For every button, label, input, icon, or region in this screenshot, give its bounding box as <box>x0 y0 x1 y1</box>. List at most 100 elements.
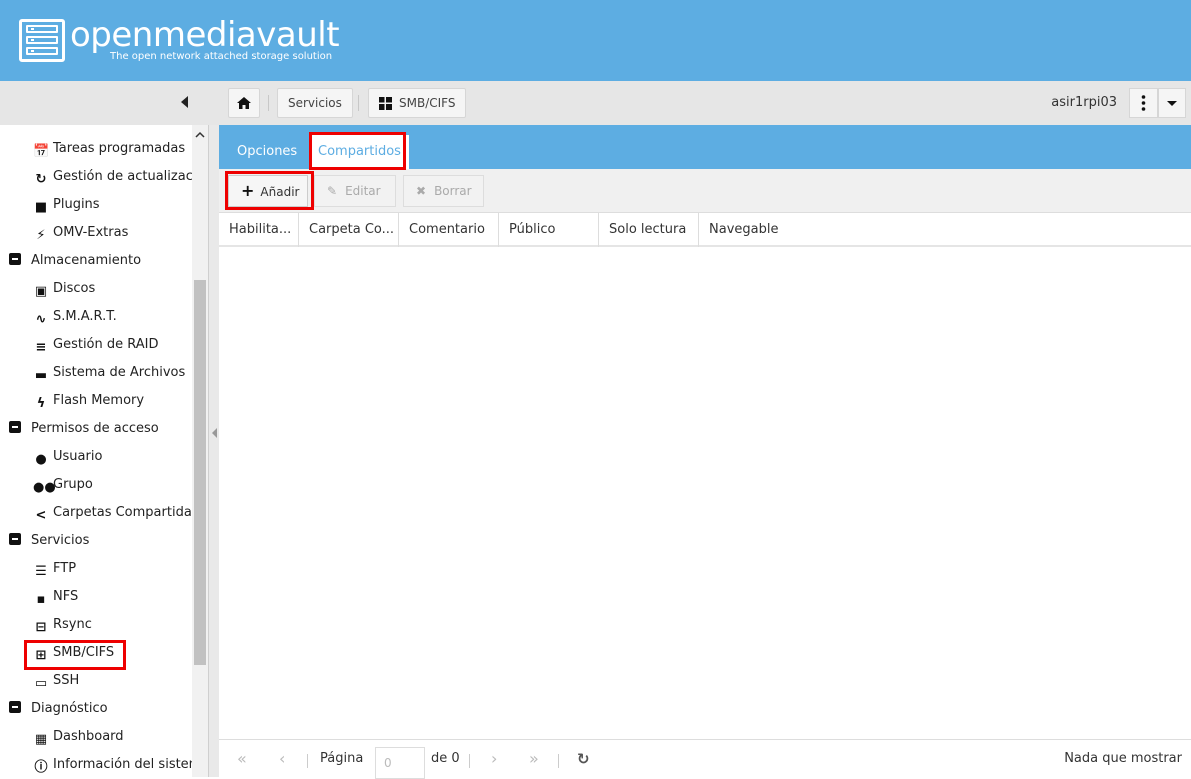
sidebar-item-label: Rsync <box>53 617 92 632</box>
disk-icon: ▣ <box>34 284 48 299</box>
breadcrumb-smb-label: SMB/CIFS <box>399 96 456 110</box>
plus-icon: + <box>241 181 255 200</box>
sidebar-item-permisos-de-acceso[interactable]: Permisos de acceso <box>9 418 159 440</box>
home-icon <box>237 97 251 109</box>
sidebar-item-diagn-stico[interactable]: Diagnóstico <box>9 698 108 720</box>
sidebar-item-usuario[interactable]: ● Usuario <box>33 446 102 468</box>
sidebar-item-label: Carpetas Compartidas <box>53 505 199 520</box>
breadcrumb-bar: Servicios SMB/CIFS asir1rpi03 <box>0 81 1191 125</box>
sidebar-item-tareas-programadas[interactable]: 📅 Tareas programadas <box>33 138 185 160</box>
windows-icon: ⊞ <box>35 648 47 663</box>
column-publico[interactable]: Público <box>499 213 599 247</box>
sidebar-item-sistema-de-archivos[interactable]: ▬ Sistema de Archivos <box>33 362 185 384</box>
puzzle-icon: ■ <box>34 200 48 215</box>
delete-button[interactable]: ✖ Borrar <box>403 175 484 207</box>
refresh-icon[interactable]: ↻ <box>577 740 590 778</box>
breadcrumb-smb[interactable]: SMB/CIFS <box>368 88 467 118</box>
sidebar-item-label: Dashboard <box>53 729 124 744</box>
windows-icon <box>379 97 392 110</box>
sidebar-item-grupo[interactable]: ●●Grupo <box>33 474 93 496</box>
sidebar-item-plugins[interactable]: ■ Plugins <box>33 194 100 216</box>
prev-page-icon[interactable]: ‹ <box>279 740 285 778</box>
folders-icon: ▬ <box>34 368 48 383</box>
panel-splitter[interactable] <box>209 125 219 777</box>
sidebar-item-label: Servicios <box>31 533 90 548</box>
page-label: Página <box>320 751 364 766</box>
home-button[interactable] <box>228 88 260 118</box>
edit-button[interactable]: ✎ Editar <box>314 175 396 207</box>
last-page-icon[interactable]: » <box>529 740 539 778</box>
sidebar-item-almacenamiento[interactable]: Almacenamiento <box>9 250 141 272</box>
column-habilitado[interactable]: Habilita... <box>219 213 299 247</box>
tab-compartidos[interactable]: Compartidos <box>310 135 409 169</box>
action-toolbar: + Añadir ✎ Editar ✖ Borrar <box>219 169 1191 213</box>
hostname: asir1rpi03 <box>1051 95 1117 110</box>
network-icon: ⊟ <box>35 620 47 635</box>
sidebar-item-carpetas-compartidas[interactable]: < Carpetas Compartidas <box>33 502 199 524</box>
column-navegable[interactable]: Navegable <box>699 213 1191 247</box>
sidebar-item-ftp[interactable]: ☰ FTP <box>33 558 76 580</box>
sidebar-item-s-m-a-r-t[interactable]: ∿ S.M.A.R.T. <box>33 306 117 328</box>
info-icon: ⓘ <box>34 760 48 775</box>
sidebar-item-gesti-n-de-raid[interactable]: ≡ Gestión de RAID <box>33 334 159 356</box>
sidebar-item-label: Gestión de RAID <box>53 337 159 352</box>
scroll-up-icon[interactable] <box>192 127 208 143</box>
more-menu-button[interactable] <box>1129 88 1158 118</box>
sidebar-nav: 📅 Tareas programadas ↻ Gestión de actualiza… <box>0 125 209 777</box>
add-button-label: Añadir <box>260 185 300 199</box>
delete-button-label: Borrar <box>434 184 472 198</box>
nfs-icon: ▪ <box>36 592 46 607</box>
breadcrumb-servicios[interactable]: Servicios <box>277 88 353 118</box>
column-solo-lectura[interactable]: Solo lectura <box>599 213 699 247</box>
user-dropdown-button[interactable] <box>1158 88 1186 118</box>
sidebar-item-label: Tareas programadas <box>53 141 186 156</box>
collapse-icon <box>9 253 21 265</box>
flash-icon: ϟ <box>36 396 46 411</box>
splitter-arrow-icon[interactable] <box>212 428 217 438</box>
collapse-sidebar-icon[interactable] <box>181 96 188 108</box>
first-page-icon[interactable]: « <box>237 740 247 778</box>
sidebar-item-nfs[interactable]: ▪ NFS <box>33 586 79 608</box>
page-input[interactable]: 0 <box>375 747 425 779</box>
sidebar-item-label: Flash Memory <box>53 393 145 408</box>
column-comentario[interactable]: Comentario <box>399 213 499 247</box>
pager-status: Nada que mostrar <box>1064 751 1182 766</box>
close-icon: ✖ <box>416 184 427 198</box>
tab-opciones[interactable]: Opciones <box>229 135 305 169</box>
group-icon: ●● <box>33 480 56 495</box>
sidebar-item-omv-extras[interactable]: ⚡ OMV-Extras <box>33 222 128 244</box>
sidebar-item-label: Gestión de actualizacio <box>53 169 205 184</box>
sidebar-item-discos[interactable]: ▣ Discos <box>33 278 95 300</box>
grid-header: Habilita... Carpeta Co... Comentario Púb… <box>219 213 1191 247</box>
sidebar-item-rsync[interactable]: ⊟ Rsync <box>33 614 92 636</box>
sidebar-item-ssh[interactable]: ▭ SSH <box>33 670 79 692</box>
collapse-icon <box>9 533 21 545</box>
database-icon: ≡ <box>35 340 47 355</box>
refresh-icon: ↻ <box>35 172 47 187</box>
plug-icon: ⚡ <box>36 228 46 243</box>
share-icon: < <box>35 508 47 523</box>
sidebar-item-gesti-n-de-actualizacio[interactable]: ↻ Gestión de actualizacio <box>33 166 205 188</box>
sidebar-item-label: Grupo <box>53 477 93 492</box>
pulse-icon: ∿ <box>35 312 47 327</box>
sidebar-item-informaci-n-del-sistem[interactable]: ⓘ Información del sistem <box>33 754 201 776</box>
sidebar-item-label: SSH <box>53 673 80 688</box>
server-icon: ☰ <box>35 564 47 579</box>
sidebar-item-smb-cifs[interactable]: ⊞ SMB/CIFS <box>33 642 115 664</box>
sidebar-item-label: OMV-Extras <box>53 225 129 240</box>
next-page-icon[interactable]: › <box>491 740 497 778</box>
pager-toolbar: « ‹ Página 0 de 0 › » ↻ Nada que mostrar <box>219 739 1191 779</box>
sidebar-item-dashboard[interactable]: ▦ Dashboard <box>33 726 124 748</box>
kebab-icon <box>1141 95 1146 111</box>
sidebar-item-flash-memory[interactable]: ϟ Flash Memory <box>33 390 144 412</box>
collapse-icon <box>9 421 21 433</box>
brand-tagline: The open network attached storage soluti… <box>110 51 333 62</box>
sidebar-scroll-thumb[interactable] <box>194 280 206 665</box>
sidebar-item-label: Permisos de acceso <box>31 421 159 436</box>
column-carpeta[interactable]: Carpeta Co... <box>299 213 399 247</box>
dashboard-icon: ▦ <box>34 732 48 747</box>
sidebar-item-servicios[interactable]: Servicios <box>9 530 89 552</box>
omv-logo-icon <box>19 19 65 62</box>
add-button[interactable]: + Añadir <box>228 175 308 207</box>
sidebar-item-label: SMB/CIFS <box>53 645 115 660</box>
